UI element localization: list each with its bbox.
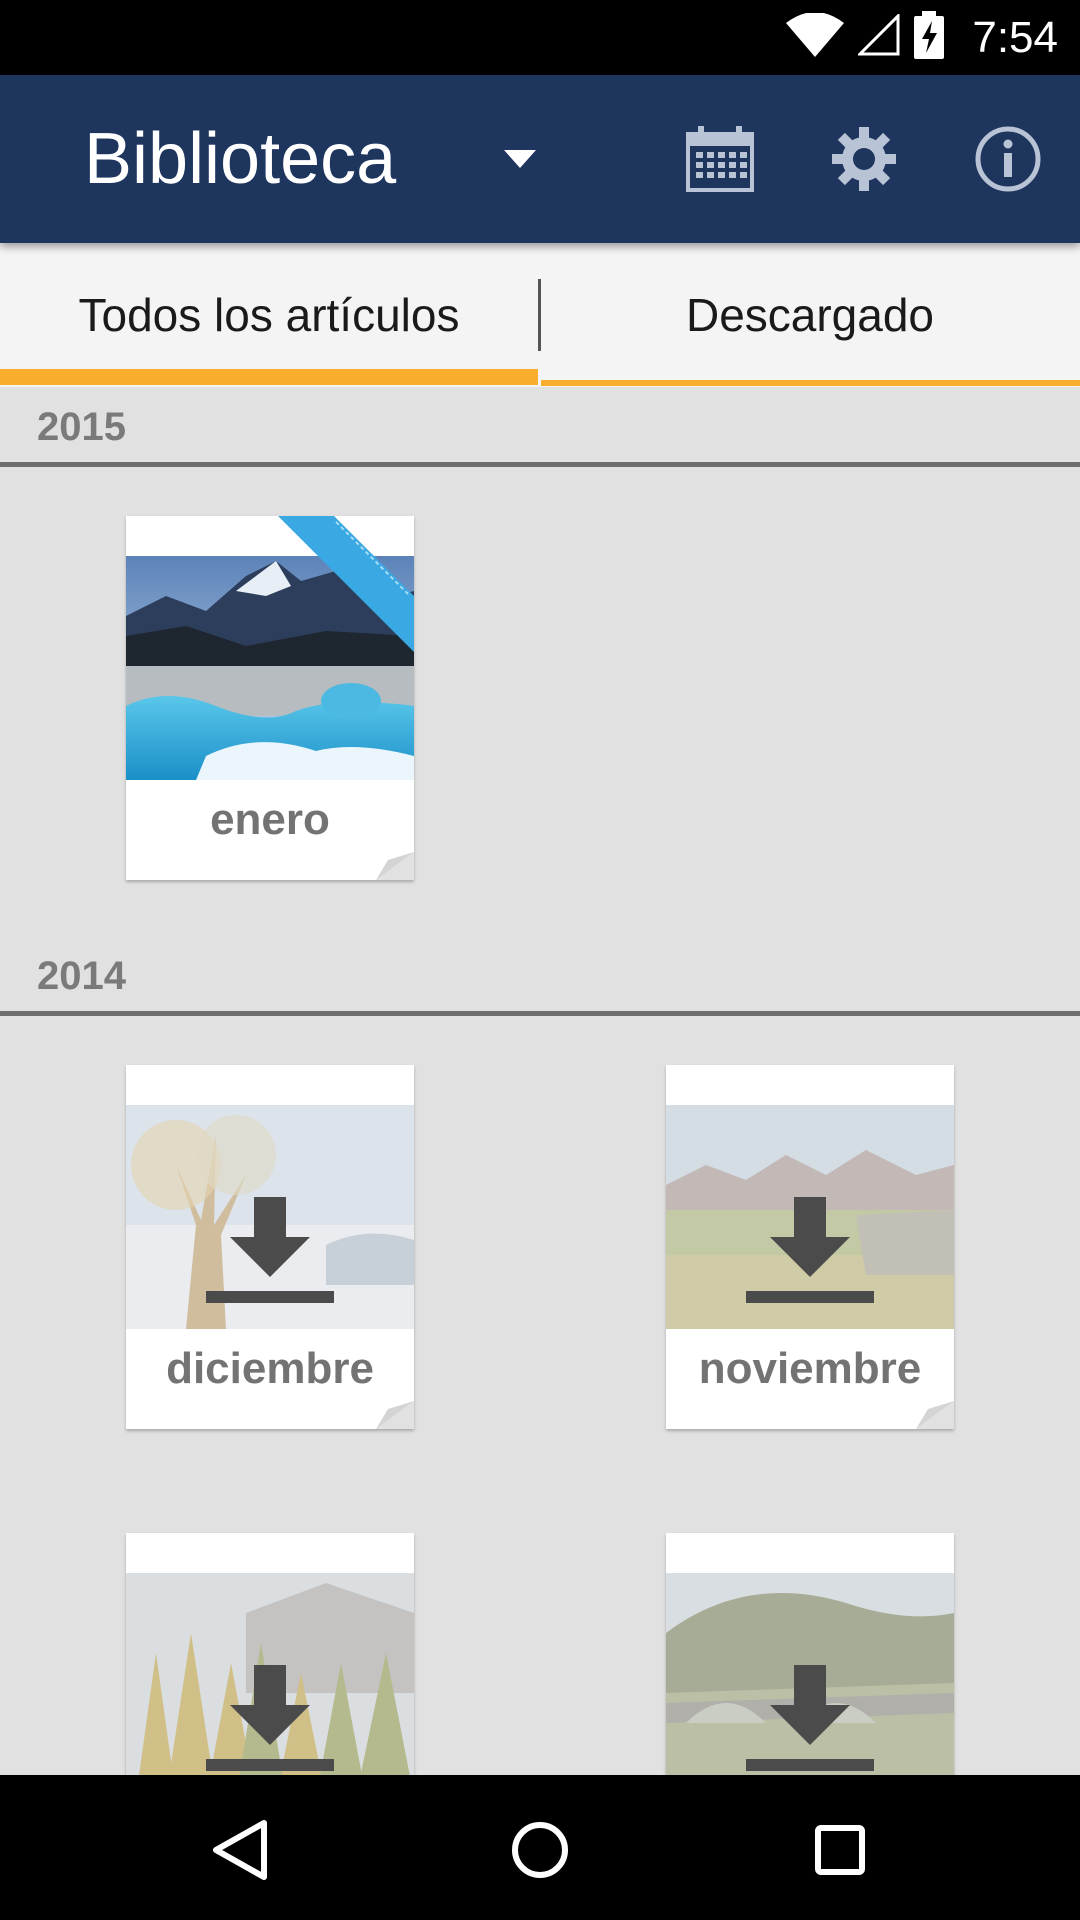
- app-title: Biblioteca: [84, 119, 397, 199]
- issue-card-enero[interactable]: enero: [126, 516, 414, 880]
- issue-label: noviembre: [698, 1344, 922, 1393]
- cover-image-autumn-forest: [126, 1573, 414, 1797]
- download-icon: [746, 1197, 874, 1303]
- info-button[interactable]: [964, 115, 1052, 203]
- status-icons: 7:54: [786, 0, 1058, 75]
- section-year: 2014: [37, 954, 126, 998]
- calendar-button[interactable]: [676, 115, 764, 203]
- home-icon: [512, 1822, 568, 1878]
- tab-bar: Todos los artículos Descargado: [0, 243, 1080, 387]
- issue-card-diciembre[interactable]: diciembre: [126, 1065, 414, 1429]
- app-bar: Biblioteca: [0, 75, 1080, 243]
- recents-button[interactable]: [795, 1805, 885, 1895]
- dropdown-arrow-icon: [504, 150, 536, 168]
- library-dropdown-button[interactable]: [490, 131, 550, 187]
- battery-charging-icon: [914, 11, 945, 64]
- active-tab-indicator: [0, 369, 538, 385]
- cover-image-winter-tree: [126, 1105, 414, 1329]
- back-icon: [213, 1820, 267, 1880]
- section-year: 2015: [37, 405, 126, 449]
- wifi-icon: [786, 12, 845, 62]
- tab-indicator: [541, 380, 1080, 386]
- section-header-2014: 2014: [0, 936, 1080, 1016]
- tab-downloaded[interactable]: Descargado: [540, 243, 1080, 387]
- cover-image-stone-bridge: [666, 1573, 954, 1797]
- download-icon: [206, 1665, 334, 1771]
- issue-label: enero: [210, 795, 330, 844]
- issue-card-noviembre[interactable]: noviembre: [666, 1065, 954, 1429]
- info-icon: [975, 126, 1041, 192]
- clock: 7:54: [972, 12, 1058, 62]
- page-fold-icon: [376, 1401, 414, 1429]
- download-icon: [746, 1665, 874, 1771]
- cell-signal-icon: [856, 12, 900, 61]
- cover-image-mountain-field: [666, 1105, 954, 1329]
- back-button[interactable]: [195, 1805, 285, 1895]
- settings-gear-icon: [832, 127, 896, 191]
- new-issue-ribbon: [264, 516, 414, 666]
- issue-label: diciembre: [166, 1344, 374, 1393]
- tab-all-articles[interactable]: Todos los artículos: [0, 243, 538, 387]
- download-icon: [206, 1197, 334, 1303]
- recents-icon: [815, 1825, 865, 1875]
- status-bar: 7:54: [0, 0, 1080, 75]
- section-header-2015: 2015: [0, 387, 1080, 467]
- system-nav-bar: [0, 1775, 1080, 1920]
- page-fold-icon: [916, 1401, 954, 1429]
- page-fold-icon: [376, 852, 414, 880]
- calendar-icon: [686, 126, 754, 192]
- home-button[interactable]: [495, 1805, 585, 1895]
- settings-button[interactable]: [820, 115, 908, 203]
